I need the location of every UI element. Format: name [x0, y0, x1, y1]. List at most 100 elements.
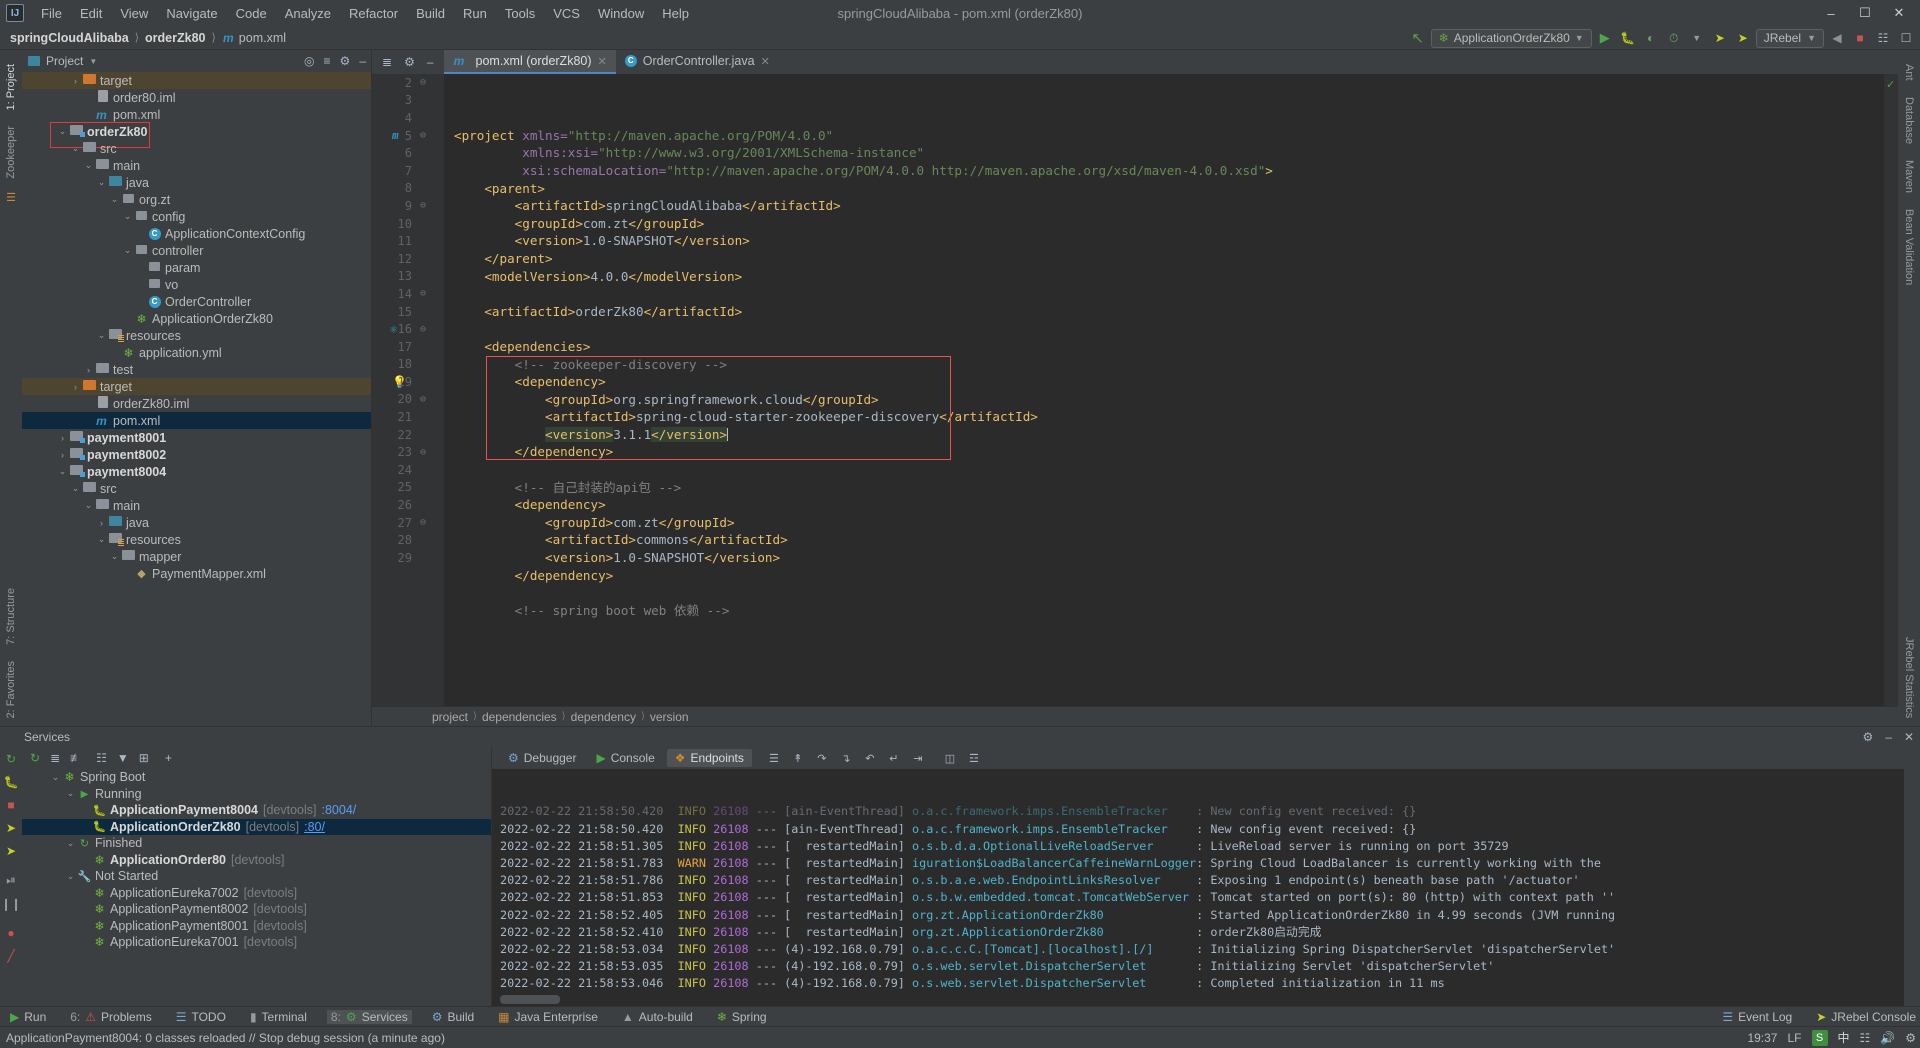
tree-expand-toggle[interactable]: ⌄: [49, 772, 62, 783]
menu-analyze[interactable]: Analyze: [276, 3, 340, 24]
code-line[interactable]: <artifactId>springCloudAlibaba</artifact…: [454, 197, 1884, 215]
code-content[interactable]: <project xmlns="http://maven.apache.org/…: [444, 74, 1884, 706]
code-line[interactable]: <dependencies>: [454, 338, 1884, 356]
gutter-line[interactable]: 22: [372, 426, 444, 444]
add-tab-icon[interactable]: ⊞: [139, 751, 149, 765]
layout-icon[interactable]: ☰: [764, 752, 784, 765]
project-tree-row[interactable]: ⌄ src: [22, 480, 371, 497]
red-square-icon[interactable]: ■: [1850, 28, 1870, 48]
fold-toggle-icon[interactable]: ⊖: [420, 77, 426, 88]
step-over-icon[interactable]: ↷: [812, 752, 832, 765]
project-tree-row[interactable]: › target: [22, 378, 371, 395]
menu-navigate[interactable]: Navigate: [157, 3, 226, 24]
toolbar-todo[interactable]: ☰ TODO: [172, 1010, 230, 1024]
code-line[interactable]: [454, 584, 1884, 602]
service-tree-row[interactable]: 🐛 ApplicationOrderZk80 [devtools]:80/: [22, 818, 491, 835]
volume-icon[interactable]: 🔊: [1880, 1031, 1895, 1045]
project-tree-row[interactable]: orderZk80.iml: [22, 395, 371, 412]
service-tree-row[interactable]: ⌄ ❄ Spring Boot: [22, 769, 491, 786]
service-tree-row[interactable]: 🐛 ApplicationPayment8004 [devtools]:8004/: [22, 802, 491, 819]
project-tree-row[interactable]: ⌄ resources: [22, 531, 371, 548]
project-tree-row[interactable]: m pom.xml: [22, 106, 371, 123]
line-separator[interactable]: LF: [1787, 1031, 1801, 1045]
hide-icon[interactable]: –: [359, 54, 366, 68]
tree-expand-toggle[interactable]: ⌄: [95, 177, 108, 188]
fold-toggle-icon[interactable]: ⊖: [420, 130, 426, 141]
code-line[interactable]: <version>1.0-SNAPSHOT</version>: [454, 232, 1884, 250]
up-stack-icon[interactable]: ↟: [788, 752, 808, 765]
tree-expand-toggle[interactable]: ⌄: [121, 211, 134, 222]
project-tree-row[interactable]: ❄ ApplicationOrderZk80: [22, 310, 371, 327]
project-tree-row[interactable]: ⌄ resources: [22, 327, 371, 344]
close-icon[interactable]: ✕: [598, 55, 607, 68]
gutter-line[interactable]: 6: [372, 144, 444, 162]
stop-icon[interactable]: ■: [7, 798, 14, 812]
toolbar-spring[interactable]: ❄ Spring: [713, 1010, 771, 1024]
group-icon[interactable]: ☷: [96, 751, 107, 765]
rerun-icon[interactable]: ↻: [30, 751, 40, 765]
gutter-line[interactable]: 18: [372, 356, 444, 374]
tree-expand-toggle[interactable]: ›: [82, 365, 95, 375]
gutter-line[interactable]: 15: [372, 303, 444, 321]
tree-expand-toggle[interactable]: ›: [95, 518, 108, 528]
project-tree-row[interactable]: ⌄ org.zt: [22, 191, 371, 208]
tree-expand-toggle[interactable]: ⌄: [121, 245, 134, 256]
tree-expand-toggle[interactable]: ⌄: [64, 871, 77, 882]
tool-tab-jrebel-statistics[interactable]: JRebel Statistics: [1901, 629, 1917, 726]
close-icon[interactable]: ✕: [1904, 730, 1914, 744]
gutter-line[interactable]: ⊖ 14: [372, 285, 444, 303]
hide-icon[interactable]: –: [427, 55, 434, 69]
gutter-line[interactable]: 7: [372, 162, 444, 180]
code-line[interactable]: <!-- 自己封装的api包 -->: [454, 479, 1884, 497]
menu-file[interactable]: File: [32, 3, 71, 24]
code-line[interactable]: <dependency>: [454, 373, 1884, 391]
project-tree-row[interactable]: ⌄ main: [22, 497, 371, 514]
debug-icon[interactable]: 🐛: [4, 775, 19, 789]
menu-edit[interactable]: Edit: [71, 3, 111, 24]
code-line[interactable]: [454, 320, 1884, 338]
project-tree-row[interactable]: › payment8001: [22, 429, 371, 446]
maximize-button[interactable]: ☐: [1848, 1, 1882, 25]
code-line[interactable]: <parent>: [454, 180, 1884, 198]
code-line[interactable]: </dependency>: [454, 443, 1884, 461]
menu-view[interactable]: View: [111, 3, 157, 24]
project-tree-row[interactable]: C ApplicationContextConfig: [22, 225, 371, 242]
code-line[interactable]: <!-- zookeeper-discovery -->: [454, 356, 1884, 374]
run-icon[interactable]: ▶: [1595, 28, 1615, 48]
project-tree-row[interactable]: › test: [22, 361, 371, 378]
frames-icon[interactable]: ◫: [940, 752, 960, 765]
tab-order-controller[interactable]: C OrderController.java ✕: [616, 50, 779, 74]
force-step-into-icon[interactable]: ↶: [860, 752, 880, 765]
toolbar-build[interactable]: ⚙ Build: [428, 1010, 478, 1024]
add-icon[interactable]: +: [165, 751, 172, 765]
inspection-strip[interactable]: ✓: [1884, 74, 1898, 706]
gutter-line[interactable]: 11: [372, 232, 444, 250]
tool-tab-zookeeper[interactable]: Zookeeper: [3, 118, 19, 187]
mute-breakpoints-icon[interactable]: ╱: [7, 949, 14, 963]
tab-console[interactable]: ▶ Console: [588, 749, 662, 767]
gutter-line[interactable]: 13: [372, 268, 444, 286]
fold-toggle-icon[interactable]: ⊖: [420, 517, 426, 528]
gutter-line[interactable]: 12: [372, 250, 444, 268]
menu-code[interactable]: Code: [227, 3, 276, 24]
rerun-icon[interactable]: ↻: [6, 752, 16, 766]
layout-icon[interactable]: ☷: [1873, 28, 1893, 48]
service-node-link[interactable]: :8004/: [321, 803, 356, 817]
project-tree-row[interactable]: ⌄ payment8004: [22, 463, 371, 480]
minimize-button[interactable]: –: [1814, 1, 1848, 25]
project-tree-row[interactable]: › target: [22, 72, 371, 89]
code-line[interactable]: <groupId>org.springframework.cloud</grou…: [454, 391, 1884, 409]
project-tree-row[interactable]: order80.iml: [22, 89, 371, 106]
search-everywhere-icon[interactable]: ☐: [1896, 28, 1916, 48]
tab-pom-xml[interactable]: m pom.xml (orderZk80) ✕: [443, 50, 616, 74]
gutter-line[interactable]: ⊖ 2: [372, 74, 444, 92]
gutter-line[interactable]: 21: [372, 408, 444, 426]
jrebel-run-icon[interactable]: ➤: [6, 821, 16, 835]
chevron-down-icon[interactable]: ▼: [1687, 28, 1707, 48]
jrebel-run-icon[interactable]: ➤: [1710, 28, 1730, 48]
project-tree-row[interactable]: ⌄ java: [22, 174, 371, 191]
gutter-line[interactable]: 17: [372, 338, 444, 356]
menu-help[interactable]: Help: [653, 3, 698, 24]
gutter-line[interactable]: 25: [372, 479, 444, 497]
settings-gear-icon[interactable]: ⚙: [1862, 730, 1873, 744]
